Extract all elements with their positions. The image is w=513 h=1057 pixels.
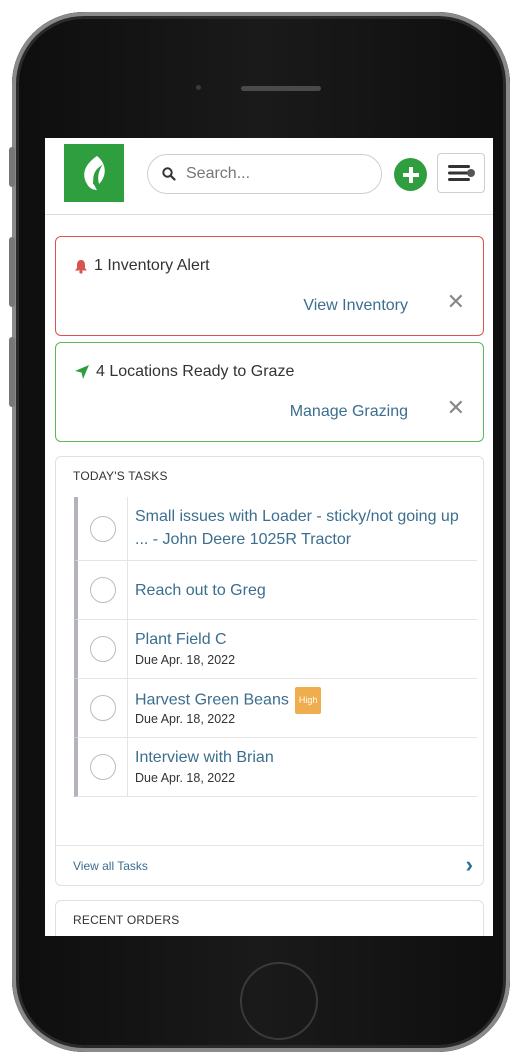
- task-checkbox[interactable]: [90, 636, 116, 662]
- add-button[interactable]: [394, 158, 427, 191]
- task-due-date: Due Apr. 18, 2022: [135, 771, 236, 785]
- row-divider: [127, 497, 128, 561]
- section-title: RECENT ORDERS: [73, 913, 180, 927]
- home-button[interactable]: [240, 962, 318, 1040]
- task-list: Small issues with Loader - sticky/not go…: [74, 497, 477, 797]
- leaf-icon: [84, 156, 105, 190]
- alert-title: 1 Inventory Alert: [74, 257, 210, 275]
- search-box[interactable]: [147, 154, 382, 194]
- menu-button[interactable]: [437, 153, 485, 193]
- alert-title: 4 Locations Ready to Graze: [74, 363, 294, 381]
- app-header: [45, 138, 493, 215]
- task-row: Interview with Brian Due Apr. 18, 2022: [74, 738, 477, 797]
- task-row: Small issues with Loader - sticky/not go…: [74, 497, 477, 561]
- task-title[interactable]: Interview with Brian: [135, 746, 473, 769]
- task-row: Plant Field C Due Apr. 18, 2022: [74, 620, 477, 679]
- side-button: [9, 237, 15, 307]
- task-due-date: Due Apr. 18, 2022: [135, 653, 236, 667]
- row-divider: [127, 561, 128, 620]
- app-logo[interactable]: [64, 144, 124, 202]
- task-title[interactable]: Small issues with Loader - sticky/not go…: [135, 505, 473, 551]
- alert-text: 1 Inventory Alert: [94, 257, 210, 274]
- side-button: [9, 147, 15, 187]
- row-divider: [127, 679, 128, 738]
- close-icon[interactable]: ✕: [447, 395, 465, 421]
- search-icon: [162, 167, 176, 181]
- task-title[interactable]: Harvest Green Beans: [135, 692, 289, 709]
- chevron-right-icon: ›: [465, 852, 473, 877]
- close-icon[interactable]: ✕: [447, 289, 465, 315]
- front-camera: [196, 85, 201, 90]
- inventory-alert: 1 Inventory Alert View Inventory ✕: [55, 236, 484, 336]
- priority-badge: High: [294, 687, 322, 714]
- side-button: [9, 337, 15, 407]
- view-inventory-link[interactable]: View Inventory: [303, 297, 408, 315]
- task-checkbox[interactable]: [90, 754, 116, 780]
- section-title: TODAY'S TASKS: [73, 469, 168, 483]
- earpiece-speaker: [241, 86, 321, 91]
- alert-text: 4 Locations Ready to Graze: [96, 363, 295, 380]
- task-title[interactable]: Reach out to Greg: [135, 579, 473, 602]
- location-arrow-icon: [75, 365, 89, 379]
- plus-icon: [402, 166, 419, 183]
- task-row: Reach out to Greg: [74, 561, 477, 620]
- view-all-tasks-link[interactable]: View all Tasks ›: [56, 845, 483, 886]
- grazing-alert: 4 Locations Ready to Graze Manage Grazin…: [55, 342, 484, 442]
- task-row: Harvest Green Beans High Due Apr. 18, 202…: [74, 679, 477, 738]
- app-screen: 1 Inventory Alert View Inventory ✕ 4 Loc…: [45, 138, 493, 936]
- bell-icon: [75, 259, 87, 274]
- search-input[interactable]: [184, 164, 358, 184]
- orders-card: RECENT ORDERS: [55, 900, 484, 936]
- task-due-date: Due Apr. 18, 2022: [135, 712, 236, 726]
- task-title[interactable]: Plant Field C: [135, 628, 473, 651]
- task-checkbox[interactable]: [90, 695, 116, 721]
- task-checkbox[interactable]: [90, 516, 116, 542]
- view-all-label: View all Tasks: [73, 859, 148, 873]
- hamburger-icon: [448, 165, 475, 181]
- tasks-card: TODAY'S TASKS Small issues with Loader -…: [55, 456, 484, 886]
- task-checkbox[interactable]: [90, 577, 116, 603]
- task-title-wrap: Harvest Green Beans High: [135, 687, 473, 714]
- row-divider: [127, 738, 128, 797]
- manage-grazing-link[interactable]: Manage Grazing: [290, 403, 408, 421]
- row-divider: [127, 620, 128, 679]
